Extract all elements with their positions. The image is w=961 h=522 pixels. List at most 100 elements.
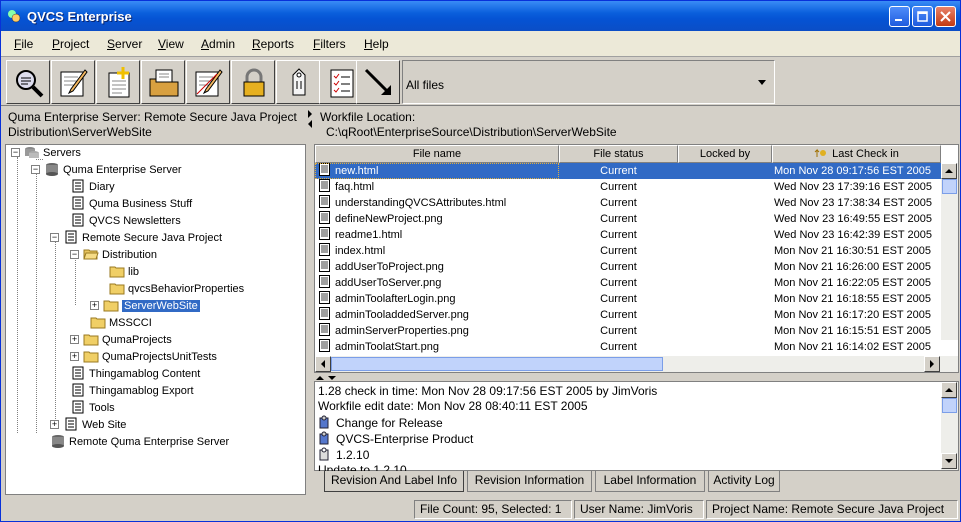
tab-revision-and-label-info[interactable]: Revision And Label Info: [324, 471, 464, 492]
menu-reports[interactable]: Reports: [252, 37, 294, 51]
file-status-cell: Current: [600, 213, 637, 225]
tree-node-quma-business-stuff[interactable]: Quma Business Stuff: [70, 196, 192, 212]
tree-node-tools[interactable]: Tools: [70, 400, 115, 416]
get-files-button[interactable]: [141, 60, 185, 104]
file-name-cell: adminServerProperties.png: [315, 323, 559, 339]
add-file-icon: [108, 67, 130, 98]
table-row[interactable]: defineNewProject.png Current Wed Nov 23 16…: [315, 211, 941, 227]
file-status-cell: Current: [600, 229, 637, 241]
last-checkin-cell: Wed Nov 23 17:38:34 EST 2005: [774, 197, 932, 209]
table-row[interactable]: adminTooladdedServer.png Current Mon Nov 2…: [315, 307, 941, 323]
add-file-button[interactable]: [96, 60, 140, 104]
lock-button[interactable]: [231, 60, 275, 104]
minimize-button[interactable]: [889, 6, 910, 27]
file-icon: [319, 227, 330, 240]
scroll-up-button[interactable]: [941, 163, 957, 179]
table-row[interactable]: addUserToServer.png Current Mon Nov 21 16:…: [315, 275, 941, 291]
tree-node-thingamablog-export[interactable]: Thingamablog Export: [70, 383, 194, 399]
info-label: 1.2.10: [318, 447, 369, 463]
tree-node-distribution[interactable]: − Distribution: [70, 247, 157, 263]
file-icon: [319, 195, 330, 208]
table-row[interactable]: adminToolafterLogin.png Current Mon Nov 21…: [315, 291, 941, 307]
close-button[interactable]: [935, 6, 956, 27]
tree-node-thingamablog-content[interactable]: Thingamablog Content: [70, 366, 200, 382]
tree-node-serverwebsite[interactable]: + ServerWebSite: [90, 298, 200, 314]
scroll-thumb[interactable]: [942, 179, 957, 194]
tree-node-remote-quma-enterprise-server[interactable]: Remote Quma Enterprise Server: [50, 434, 229, 450]
database-icon: [52, 435, 64, 448]
file-filter-select[interactable]: All files: [402, 60, 775, 104]
arrow-button[interactable]: [356, 60, 400, 104]
tab-label-information[interactable]: Label Information: [595, 471, 705, 492]
tree-node-lib[interactable]: lib: [109, 264, 139, 280]
tab-activity-log[interactable]: Activity Log: [708, 471, 780, 492]
info-vertical-scrollbar[interactable]: [941, 382, 958, 470]
edit-button[interactable]: [51, 60, 95, 104]
menu-project[interactable]: Project: [52, 37, 89, 51]
project-icon: [65, 417, 77, 431]
horizontal-splitter[interactable]: [314, 373, 959, 381]
scroll-left-button[interactable]: [315, 356, 331, 372]
tree-node-servers[interactable]: − Servers: [11, 145, 81, 161]
tree-node-quma-enterprise-server[interactable]: − Quma Enterprise Server: [31, 162, 182, 178]
scroll-down-button[interactable]: [941, 453, 957, 469]
menu-filters[interactable]: Filters: [313, 37, 346, 51]
checkout-button[interactable]: [186, 60, 230, 104]
view-button[interactable]: [6, 60, 50, 104]
tree-node-qumaprojectsunittests[interactable]: + QumaProjectsUnitTests: [70, 349, 217, 365]
column-file-status[interactable]: File status: [559, 145, 678, 163]
vertical-splitter[interactable]: [306, 108, 314, 496]
table-horizontal-scrollbar[interactable]: [315, 356, 958, 372]
file-table[interactable]: File name File status Locked by Last Che…: [314, 144, 959, 373]
table-row[interactable]: adminServerProperties.png Current Mon Nov …: [315, 323, 941, 339]
file-status-cell: Current: [600, 309, 637, 321]
collapse-arrows-icon[interactable]: [306, 108, 314, 128]
table-row[interactable]: faq.html Current Wed Nov 23 17:39:16 EST 2…: [315, 179, 941, 195]
maximize-button[interactable]: [912, 6, 933, 27]
file-name-cell: new.html: [315, 163, 559, 179]
scroll-right-button[interactable]: [924, 356, 940, 372]
menu-help[interactable]: Help: [364, 37, 389, 51]
label-button[interactable]: [276, 60, 320, 104]
last-checkin-cell: Wed Nov 23 17:39:16 EST 2005: [774, 181, 932, 193]
table-row[interactable]: addUserToProject.png Current Mon Nov 21 16…: [315, 259, 941, 275]
column-locked-by[interactable]: Locked by: [678, 145, 772, 163]
table-row[interactable]: understandingQVCSAttributes.html Current W…: [315, 195, 941, 211]
file-name-cell: addUserToProject.png: [315, 259, 559, 275]
menu-server[interactable]: Server: [107, 37, 142, 51]
tree-node-web-site[interactable]: + Web Site: [50, 417, 126, 433]
folder-icon: [109, 266, 125, 278]
workfile-location-path: C:\qRoot\EnterpriseSource\Distribution\S…: [326, 125, 617, 139]
horizontal-scroll-thumb[interactable]: [331, 357, 663, 371]
scroll-thumb[interactable]: [942, 398, 957, 413]
tree-node-qvcsbehaviorproperties[interactable]: qvcsBehaviorProperties: [109, 281, 244, 297]
chevron-down-icon[interactable]: [753, 64, 771, 100]
table-row[interactable]: index.html Current Mon Nov 21 16:30:51 EST…: [315, 243, 941, 259]
title-bar[interactable]: QVCS Enterprise: [1, 1, 960, 31]
project-tree[interactable]: − Servers − Quma Enterprise Server Diary Q…: [5, 144, 306, 495]
file-status-cell: Current: [600, 325, 637, 337]
menu-admin[interactable]: Admin: [201, 37, 235, 51]
menu-view[interactable]: View: [158, 37, 184, 51]
menu-file[interactable]: File: [14, 37, 33, 51]
tree-node-qvcs-newsletters[interactable]: QVCS Newsletters: [70, 213, 181, 229]
last-checkin-cell: Wed Nov 23 16:49:55 EST 2005: [774, 213, 932, 225]
tree-node-diary[interactable]: Diary: [70, 179, 115, 195]
tree-node-qumaprojects[interactable]: + QumaProjects: [70, 332, 172, 348]
tree-node-remote-secure-java-project[interactable]: − Remote Secure Java Project: [50, 230, 222, 246]
tree-node-msscci[interactable]: MSSCCI: [90, 315, 152, 331]
tab-revision-information[interactable]: Revision Information: [467, 471, 592, 492]
table-row[interactable]: adminToolatStart.png Current Mon Nov 21 16…: [315, 339, 941, 355]
tree-header-line2: Distribution\ServerWebSite: [8, 125, 152, 139]
project-icon: [72, 213, 84, 227]
table-vertical-scrollbar[interactable]: [941, 163, 958, 340]
column-file-name[interactable]: File name: [315, 145, 559, 163]
table-header: File name File status Locked by Last Che…: [315, 145, 941, 163]
lock-icon: [243, 68, 265, 97]
info-label: QVCS-Enterprise Product: [318, 431, 473, 447]
column-last-check-in[interactable]: Last Check in: [772, 145, 941, 163]
scroll-up-button[interactable]: [941, 382, 957, 398]
table-row[interactable]: readme1.html Current Wed Nov 23 16:42:39 E…: [315, 227, 941, 243]
table-row[interactable]: new.html Current Mon Nov 28 09:17:56 EST 2…: [315, 163, 941, 179]
last-checkin-cell: Mon Nov 21 16:15:51 EST 2005: [774, 325, 931, 337]
